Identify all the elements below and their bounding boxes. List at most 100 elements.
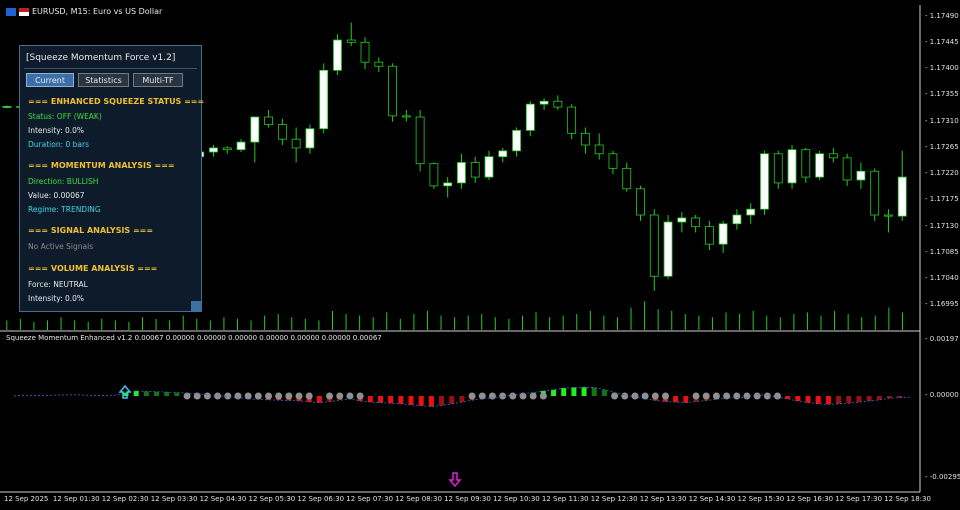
squeeze-dot xyxy=(295,392,303,400)
price-tick-label: - 1.17490 xyxy=(925,11,959,20)
momentum-direction: Direction: BULLISH xyxy=(28,177,99,186)
squeeze-dot xyxy=(254,392,262,400)
momentum-bar xyxy=(805,396,811,403)
candle-body xyxy=(305,128,315,149)
momentum-bar xyxy=(418,396,424,406)
squeeze-dot xyxy=(529,392,537,400)
squeeze-dot xyxy=(203,392,211,400)
tab-statistics[interactable]: Statistics xyxy=(78,73,129,87)
squeeze-dot xyxy=(356,392,364,400)
momentum-bar xyxy=(836,396,842,404)
time-tick-label: 12 Sep 13:30 xyxy=(639,495,687,503)
squeeze-dot xyxy=(488,392,496,400)
candle-body xyxy=(360,41,370,63)
indicator-tick-label: - 0.00197 xyxy=(925,335,959,343)
candle-body xyxy=(2,106,12,108)
flag-us-icon xyxy=(19,7,29,16)
candle-body xyxy=(236,141,246,151)
momentum-bar xyxy=(408,396,414,405)
signal-status: No Active Signals xyxy=(28,242,94,251)
momentum-bar xyxy=(551,389,557,396)
tab-current[interactable]: Current xyxy=(26,73,74,87)
price-tick-label: - 1.16995 xyxy=(925,300,959,309)
momentum-bar xyxy=(367,396,373,403)
candle-body xyxy=(856,170,866,181)
squeeze-dot xyxy=(631,392,639,400)
candle-body xyxy=(484,156,494,178)
volume-heading: === VOLUME ANALYSIS === xyxy=(28,264,158,273)
price-tick-label: - 1.17130 xyxy=(925,221,959,230)
time-tick-label: 12 Sep 01:30 xyxy=(52,495,100,503)
candle-body xyxy=(498,150,508,158)
squeeze-dot xyxy=(275,392,283,400)
candle-body xyxy=(801,149,811,178)
momentum-bar xyxy=(846,396,852,404)
momentum-bar xyxy=(825,396,831,405)
price-tick-label: - 1.17265 xyxy=(925,142,959,151)
squeeze-dot xyxy=(234,392,242,400)
time-tick-label: 12 Sep 06:30 xyxy=(297,495,345,503)
candle-body xyxy=(622,167,632,190)
time-tick-label: 12 Sep 04:30 xyxy=(199,495,247,503)
momentum-bar xyxy=(683,396,689,403)
candle-body xyxy=(608,153,618,169)
squeeze-dot xyxy=(773,392,781,400)
time-tick-label: 12 Sep 12:30 xyxy=(590,495,638,503)
squeeze-dot xyxy=(326,392,334,400)
candle-body xyxy=(897,176,907,217)
squeeze-dot xyxy=(692,392,700,400)
squeeze-dot xyxy=(702,392,710,400)
momentum-bar xyxy=(673,396,679,403)
price-tick-label: - 1.17175 xyxy=(925,195,959,204)
squeeze-dot xyxy=(539,392,547,400)
squeeze-status-heading: === ENHANCED SQUEEZE STATUS === xyxy=(28,97,205,106)
candle-body xyxy=(209,147,218,153)
momentum-bar xyxy=(581,387,587,396)
candle-body xyxy=(333,39,342,71)
squeeze-dot xyxy=(743,392,751,400)
momentum-bar xyxy=(398,396,404,404)
candle-body xyxy=(815,153,824,178)
momentum-bar xyxy=(143,391,149,396)
resize-handle[interactable] xyxy=(191,301,201,311)
momentum-heading: === MOMENTUM ANALYSIS === xyxy=(28,161,175,170)
squeeze-dot xyxy=(611,392,619,400)
candle-body xyxy=(884,214,893,217)
price-tick-label: - 1.17220 xyxy=(925,169,959,178)
candle-body xyxy=(291,138,301,149)
time-tick-label: 12 Sep 15:30 xyxy=(737,495,785,503)
price-tick-label: - 1.17355 xyxy=(925,90,959,99)
momentum-histogram xyxy=(13,386,910,407)
candle-body xyxy=(250,116,260,143)
momentum-bar xyxy=(316,396,322,403)
price-tick-label: - 1.17040 xyxy=(925,274,959,283)
candle-body xyxy=(264,116,274,125)
momentum-value: Value: 0.00067 xyxy=(28,191,85,200)
squeeze-status: Status: OFF (WEAK) xyxy=(28,112,102,121)
panel-divider xyxy=(24,68,197,69)
candle-body xyxy=(346,39,356,43)
momentum-bar xyxy=(561,388,567,396)
signal-heading: === SIGNAL ANALYSIS === xyxy=(28,226,154,235)
candle-body xyxy=(842,157,852,181)
squeeze-info-panel[interactable]: [Squeeze Momentum Force v1.2] Current St… xyxy=(19,45,205,312)
momentum-bar xyxy=(174,392,180,396)
buy-arrow-icon xyxy=(118,384,132,399)
candle-body xyxy=(553,100,563,108)
candle-body xyxy=(663,221,673,277)
candle-body xyxy=(581,132,590,146)
volume-force: Force: NEUTRAL xyxy=(28,280,88,289)
panel-title: [Squeeze Momentum Force v1.2] xyxy=(26,53,176,63)
candle-body xyxy=(718,223,728,245)
momentum-bar xyxy=(591,387,597,396)
candle-body xyxy=(732,214,742,225)
squeeze-dot xyxy=(519,392,527,400)
squeeze-dot xyxy=(662,392,670,400)
squeeze-dot xyxy=(264,392,272,400)
candle-body xyxy=(457,162,466,184)
tab-multi-tf[interactable]: Multi-TF xyxy=(133,73,183,87)
time-tick-label: 12 Sep 02:30 xyxy=(101,495,149,503)
time-tick-label: 12 Sep 07:30 xyxy=(346,495,394,503)
candle-body xyxy=(787,149,797,184)
candle-body xyxy=(773,153,783,184)
